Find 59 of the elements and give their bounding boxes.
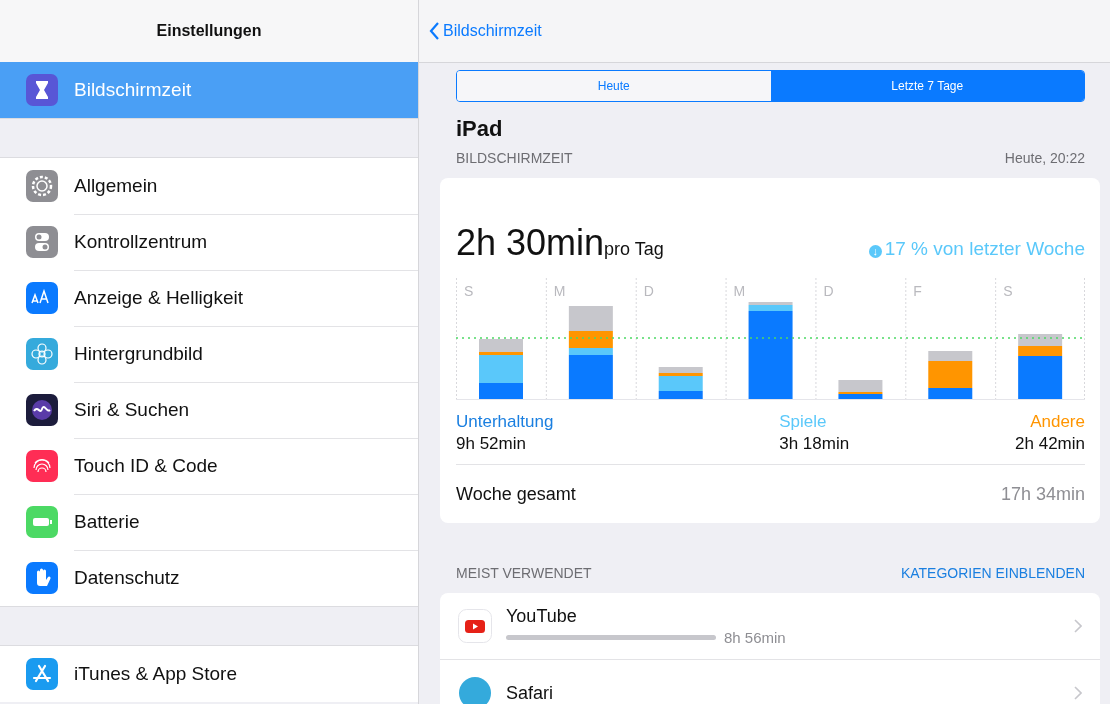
device-title: iPad <box>456 116 504 142</box>
stacked-bar <box>1018 334 1063 399</box>
sidebar-title: Einstellungen <box>156 22 262 40</box>
sidebar-item[interactable]: Siri & Suchen <box>0 382 418 438</box>
category-time: 2h 42min <box>1015 434 1085 454</box>
app-name: Safari <box>506 682 555 704</box>
app-name: YouTube <box>506 606 578 627</box>
day-label: M <box>733 283 746 299</box>
back-button[interactable]: Bildschirmzeit <box>429 22 542 40</box>
category-time: 3h 18min <box>779 434 850 454</box>
text-size-icon <box>26 282 58 314</box>
show-categories-link[interactable]: KATEGORIEN EINBLENDEN <box>900 565 1085 581</box>
sidebar-item[interactable]: Batterie <box>0 494 418 550</box>
battery-icon <box>26 506 58 538</box>
section-header: BILDSCHIRMZEIT <box>456 150 573 166</box>
app-row[interactable]: YouTube 8h 56min <box>440 593 1100 660</box>
stacked-bar <box>928 351 973 399</box>
hand-icon <box>26 562 58 594</box>
stacked-bar <box>479 339 523 399</box>
sidebar-item[interactable]: Kontrollzentrum <box>0 214 418 270</box>
play-icon <box>458 609 492 643</box>
toggles-icon <box>26 226 58 258</box>
chevron-right-icon <box>1074 619 1082 633</box>
segment-tab[interactable]: Heute <box>457 71 771 101</box>
app-row[interactable]: Safari <box>440 660 1100 704</box>
chevron-left-icon <box>429 22 439 40</box>
siri-icon <box>26 394 58 426</box>
stacked-bar <box>658 367 703 399</box>
day-label: D <box>823 283 834 299</box>
day-label: S <box>1003 283 1013 299</box>
category-label: Unterhaltung <box>456 412 554 432</box>
total-time: 17h 34min <box>1000 483 1085 505</box>
fingerprint-icon <box>26 450 58 482</box>
sidebar-item[interactable]: Datenschutz <box>0 550 418 606</box>
sidebar-item[interactable]: Touch ID & Code <box>0 438 418 494</box>
sidebar-item[interactable]: Anzeige & Helligkeit <box>0 270 418 326</box>
category-label: Spiele <box>779 412 828 432</box>
change-text: 17 % von letzter Woche <box>884 238 1085 260</box>
category-label: Andere <box>1030 412 1085 432</box>
day-label: S <box>464 283 474 299</box>
category-time: 9h 52min <box>456 434 527 454</box>
sidebar-item[interactable]: Hintergrundbild <box>0 326 418 382</box>
day-label: D <box>643 283 654 299</box>
segment-tab[interactable]: Letzte 7 Tage <box>770 71 1084 101</box>
gear-icon <box>26 170 58 202</box>
daily-average: 2h 30minpro Tag <box>456 222 664 264</box>
day-label: F <box>913 283 922 299</box>
app-store-icon <box>26 658 58 690</box>
app-time: 8h 56min <box>724 629 786 646</box>
sidebar-item[interactable]: Allgemein <box>0 158 418 214</box>
section-time: Heute, 20:22 <box>1004 150 1085 166</box>
total-label: Woche gesamt <box>456 483 576 505</box>
chevron-right-icon <box>1074 686 1082 700</box>
day-label: M <box>553 283 566 299</box>
section-header: MEIST VERWENDET <box>456 565 592 581</box>
flower-icon <box>26 338 58 370</box>
hourglass-icon <box>26 74 58 106</box>
stacked-bar <box>838 380 883 399</box>
sidebar-item[interactable]: iTunes & App Store <box>0 646 418 702</box>
